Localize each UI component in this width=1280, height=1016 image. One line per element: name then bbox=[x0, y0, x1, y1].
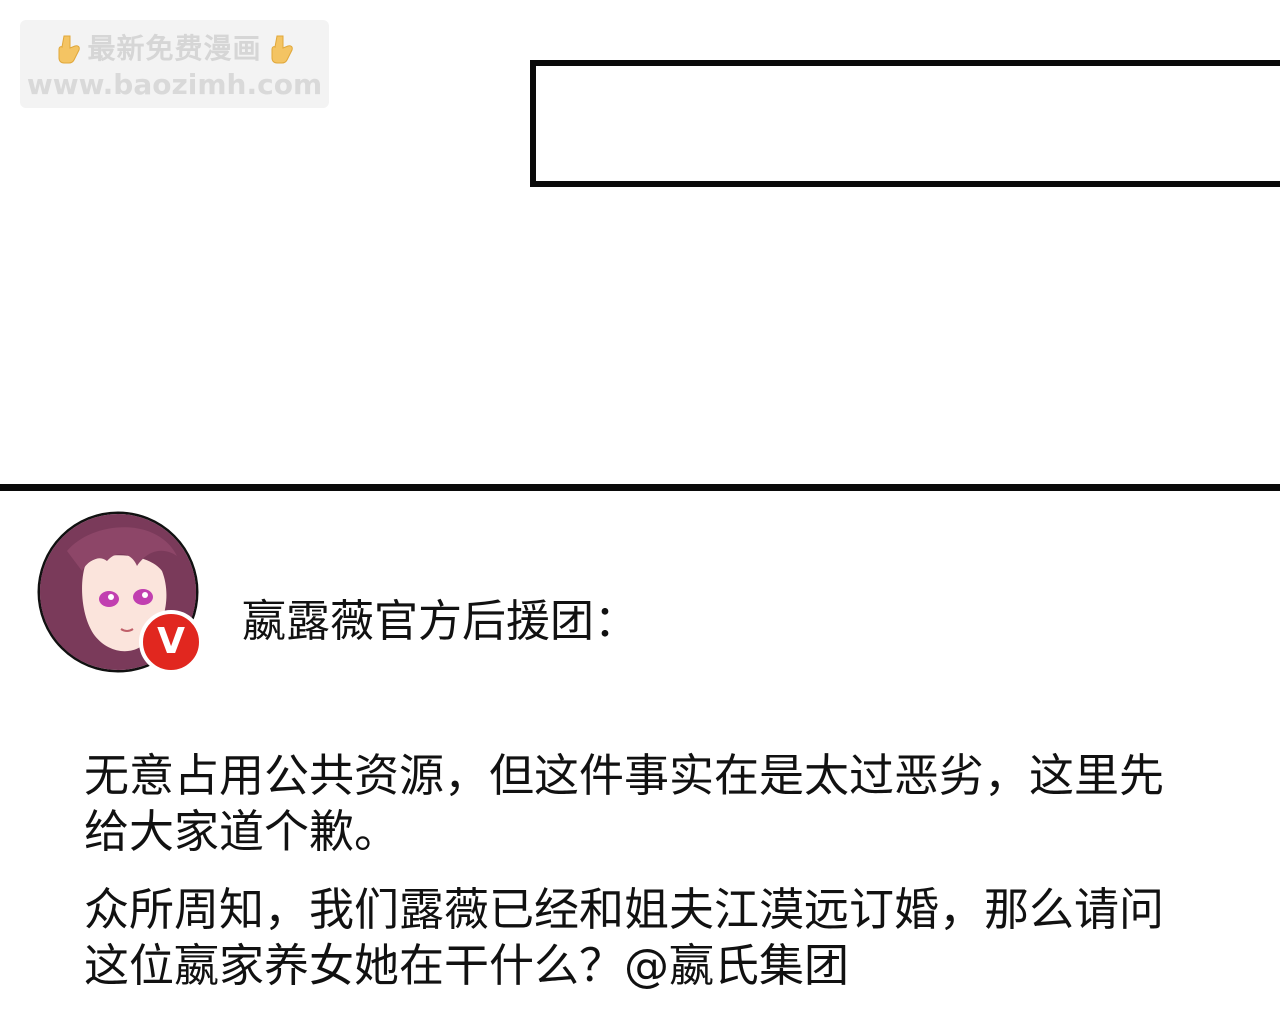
watermark-title: 最新免费漫画 bbox=[87, 32, 262, 65]
watermark: 最新免费漫画 www.baozimh.com bbox=[20, 20, 329, 108]
post-paragraph: 众所周知，我们露薇已经和姐夫江漠远订婚，那么请问这位嬴家养女她在干什么？@嬴氏集… bbox=[84, 883, 1165, 992]
verified-badge: V bbox=[139, 610, 203, 674]
post-paragraph: 无意占用公共资源，但这件事实在是太过恶劣，这里先给大家道个歉。 bbox=[84, 749, 1165, 858]
post-body: 无意占用公共资源，但这件事实在是太过恶劣，这里先给大家道个歉。 众所周知，我们露… bbox=[84, 748, 1194, 1016]
pointing-down-hand-icon bbox=[268, 34, 294, 64]
empty-panel-box bbox=[530, 60, 1280, 187]
pointing-down-hand-icon bbox=[55, 34, 81, 64]
watermark-url: www.baozimh.com bbox=[26, 68, 323, 101]
author-name[interactable]: 嬴露薇官方后援团： bbox=[242, 596, 638, 648]
panel-divider bbox=[0, 484, 1280, 491]
watermark-title-row: 最新免费漫画 bbox=[20, 32, 329, 66]
